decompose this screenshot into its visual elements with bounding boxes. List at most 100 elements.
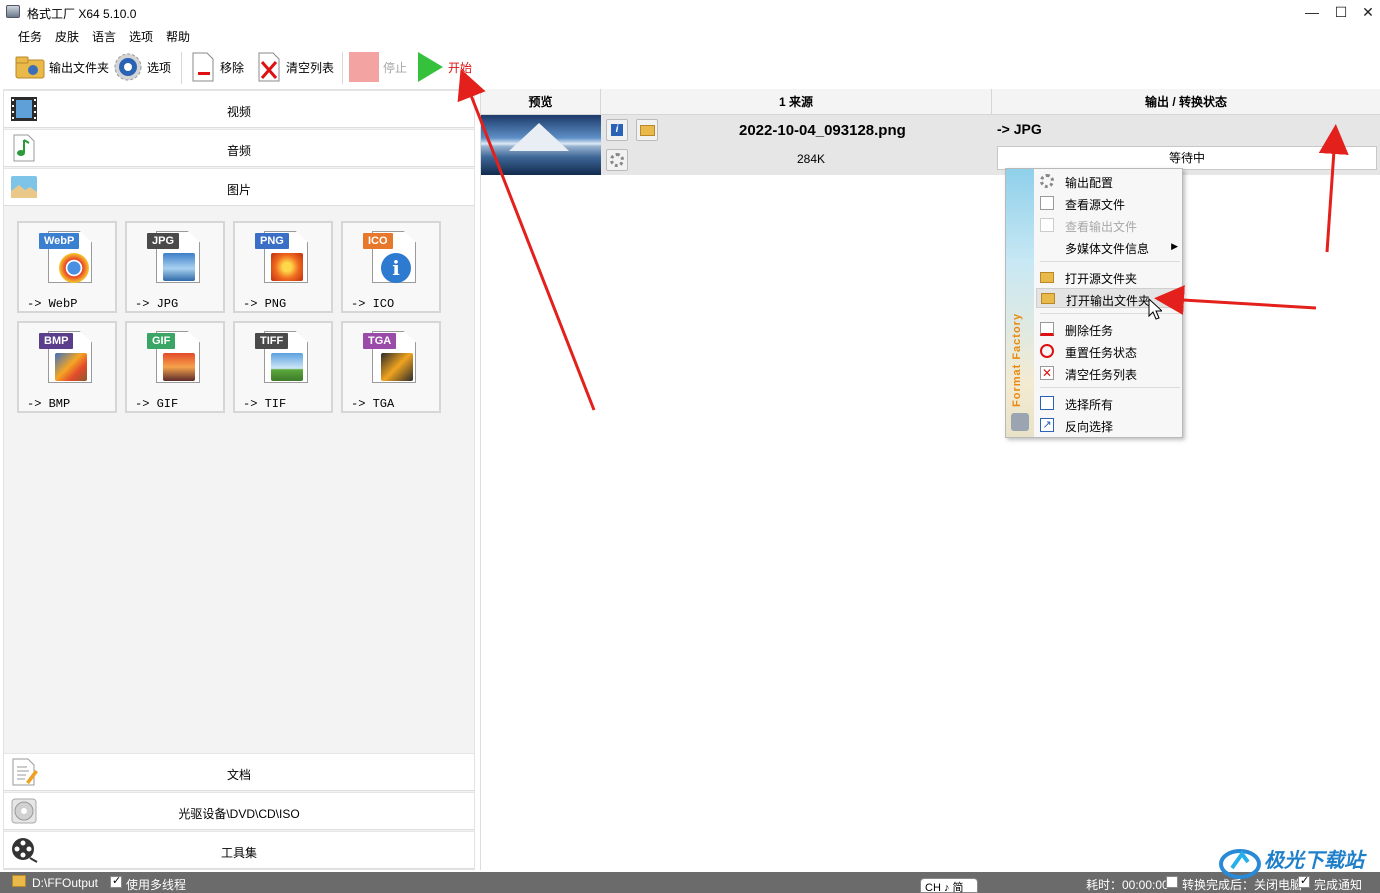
menu-item-delete-task[interactable]: 删除任务 xyxy=(1036,319,1182,339)
abstract-icon xyxy=(381,353,413,381)
task-settings-button[interactable] xyxy=(606,149,628,171)
format-tile-tga[interactable]: TGA -> TGA xyxy=(341,321,441,413)
menu-skin[interactable]: 皮肤 xyxy=(55,28,79,45)
menu-item-output-config[interactable]: 输出配置 xyxy=(1036,171,1182,191)
remove-button[interactable]: 移除 xyxy=(190,51,244,83)
elapsed-time: 耗时：00:00:00 xyxy=(1086,878,1169,892)
gear-icon xyxy=(114,53,142,81)
select-all-icon xyxy=(1040,396,1054,410)
menu-options[interactable]: 选项 xyxy=(129,28,153,45)
toolbar-separator xyxy=(342,52,343,84)
category-image[interactable]: 图片 xyxy=(4,168,474,206)
output-folder-button[interactable]: 输出文件夹 xyxy=(15,51,109,83)
category-tools[interactable]: 工具集 xyxy=(4,831,474,869)
folder-icon xyxy=(12,875,26,887)
app-icon xyxy=(6,5,20,18)
format-tile-webp[interactable]: WebP -> WebP xyxy=(17,221,117,313)
info-icon: i xyxy=(381,253,411,283)
category-video-label: 视频 xyxy=(226,105,251,119)
menu-item-label: 多媒体文件信息 xyxy=(1065,242,1150,256)
menu-bar: 任务 皮肤 语言 选项 帮助 xyxy=(0,24,1380,46)
task-list: 预览 1 来源 输出 / 转换状态 i 2022-10-04_093128.pn… xyxy=(480,89,1380,870)
source-filename: 2022-10-04_093128.png xyxy=(739,122,906,139)
format-tile-gif[interactable]: GIF -> GIF xyxy=(125,321,225,413)
menu-separator xyxy=(1040,387,1180,388)
menu-item-clear-task-list[interactable]: ✕ 清空任务列表 xyxy=(1036,363,1182,383)
mountain-shape xyxy=(509,123,569,151)
clear-list-button[interactable]: 清空列表 xyxy=(256,51,334,83)
menu-item-label: 查看输出文件 xyxy=(1065,220,1138,234)
menu-item-invert-selection[interactable]: ↗ 反向选择 xyxy=(1036,415,1182,435)
menu-item-label: 输出配置 xyxy=(1065,176,1114,190)
preview-thumbnail xyxy=(481,115,601,175)
column-header-preview[interactable]: 预览 xyxy=(481,89,601,115)
format-tile-bmp[interactable]: BMP -> BMP xyxy=(17,321,117,413)
column-header-output[interactable]: 输出 / 转换状态 xyxy=(992,89,1380,115)
menu-item-select-all[interactable]: 选择所有 xyxy=(1036,393,1182,413)
gear-icon xyxy=(610,153,624,167)
toolbar-separator xyxy=(181,52,182,84)
reset-icon xyxy=(1040,344,1054,358)
sunset-icon xyxy=(163,353,195,381)
menu-item-reset-status[interactable]: 重置任务状态 xyxy=(1036,341,1182,361)
brand-text: Format Factory xyxy=(1011,312,1023,407)
status-bar: D:\FFOutput 使用多线程 耗时：00:00:00 转换完成后：关闭电脑… xyxy=(0,872,1380,893)
close-button[interactable]: ✕ xyxy=(1354,2,1380,22)
category-audio[interactable]: 音频 xyxy=(4,129,474,167)
menu-help[interactable]: 帮助 xyxy=(166,28,190,45)
start-button[interactable]: 开始 xyxy=(416,51,472,83)
watermark-text: 极光下载站 xyxy=(1264,850,1364,872)
stop-icon xyxy=(349,52,379,82)
minimize-button[interactable]: — xyxy=(1298,2,1326,22)
multithread-label: 使用多线程 xyxy=(126,878,187,892)
format-badge: TIFF xyxy=(255,333,289,349)
open-folder-button[interactable] xyxy=(636,119,658,141)
format-tile-jpg[interactable]: JPG -> JPG xyxy=(125,221,225,313)
maximize-button[interactable]: ☐ xyxy=(1327,2,1355,22)
format-tile-png[interactable]: PNG -> PNG xyxy=(233,221,333,313)
menu-language[interactable]: 语言 xyxy=(92,28,116,45)
invert-selection-icon: ↗ xyxy=(1040,418,1054,432)
folder-icon xyxy=(640,125,655,136)
stop-button[interactable]: 停止 xyxy=(349,51,407,83)
category-optical[interactable]: 光驱设备\DVD\CD\ISO xyxy=(4,792,474,830)
info-button[interactable]: i xyxy=(606,119,628,141)
format-badge: GIF xyxy=(147,333,176,349)
format-label: -> BMP xyxy=(27,397,71,411)
clear-list-label: 清空列表 xyxy=(286,60,335,75)
format-tile-ico[interactable]: ICO i -> ICO xyxy=(341,221,441,313)
menu-item-label: 反向选择 xyxy=(1065,420,1114,434)
after-convert-checkbox[interactable] xyxy=(1166,876,1178,888)
document-icon xyxy=(1040,218,1054,232)
output-path[interactable]: D:\FFOutput xyxy=(32,876,98,890)
category-document-label: 文档 xyxy=(226,768,251,782)
format-tile-tiff[interactable]: TIFF -> TIF xyxy=(233,321,333,413)
category-document[interactable]: 文档 xyxy=(4,753,474,791)
gear-icon xyxy=(1040,174,1054,188)
options-button[interactable]: 选项 xyxy=(113,51,171,83)
menu-item-label: 选择所有 xyxy=(1065,398,1114,412)
multithread-checkbox[interactable] xyxy=(110,874,122,888)
category-video[interactable]: 视频 xyxy=(4,90,474,128)
menu-item-label: 查看源文件 xyxy=(1065,198,1126,212)
menu-item-open-source-folder[interactable]: 打开源文件夹 xyxy=(1036,267,1182,287)
format-label: -> WebP xyxy=(27,297,78,311)
menu-item-view-output[interactable]: 查看输出文件 xyxy=(1036,215,1182,235)
format-label: -> JPG xyxy=(135,297,179,311)
format-badge: ICO xyxy=(363,233,393,249)
ime-indicator[interactable]: CH ♪ 简 xyxy=(920,878,978,893)
format-label: -> TIF xyxy=(243,397,287,411)
output-format: -> JPG xyxy=(997,121,1042,137)
category-tools-label: 工具集 xyxy=(220,846,257,860)
menu-task[interactable]: 任务 xyxy=(18,28,42,45)
field-icon xyxy=(271,353,303,381)
task-row[interactable]: i 2022-10-04_093128.png 284K -> JPG 等待中 xyxy=(481,115,1380,175)
window-title: 格式工厂 X64 5.10.0 xyxy=(27,7,137,21)
output-folder-label: 输出文件夹 xyxy=(49,60,110,75)
app-logo-icon xyxy=(1011,413,1029,431)
stop-label: 停止 xyxy=(383,60,408,75)
remove-label: 移除 xyxy=(220,60,245,75)
menu-item-media-info[interactable]: 多媒体文件信息 ▶ xyxy=(1036,237,1182,257)
menu-item-view-source[interactable]: 查看源文件 xyxy=(1036,193,1182,213)
column-header-source[interactable]: 1 来源 xyxy=(601,89,992,115)
